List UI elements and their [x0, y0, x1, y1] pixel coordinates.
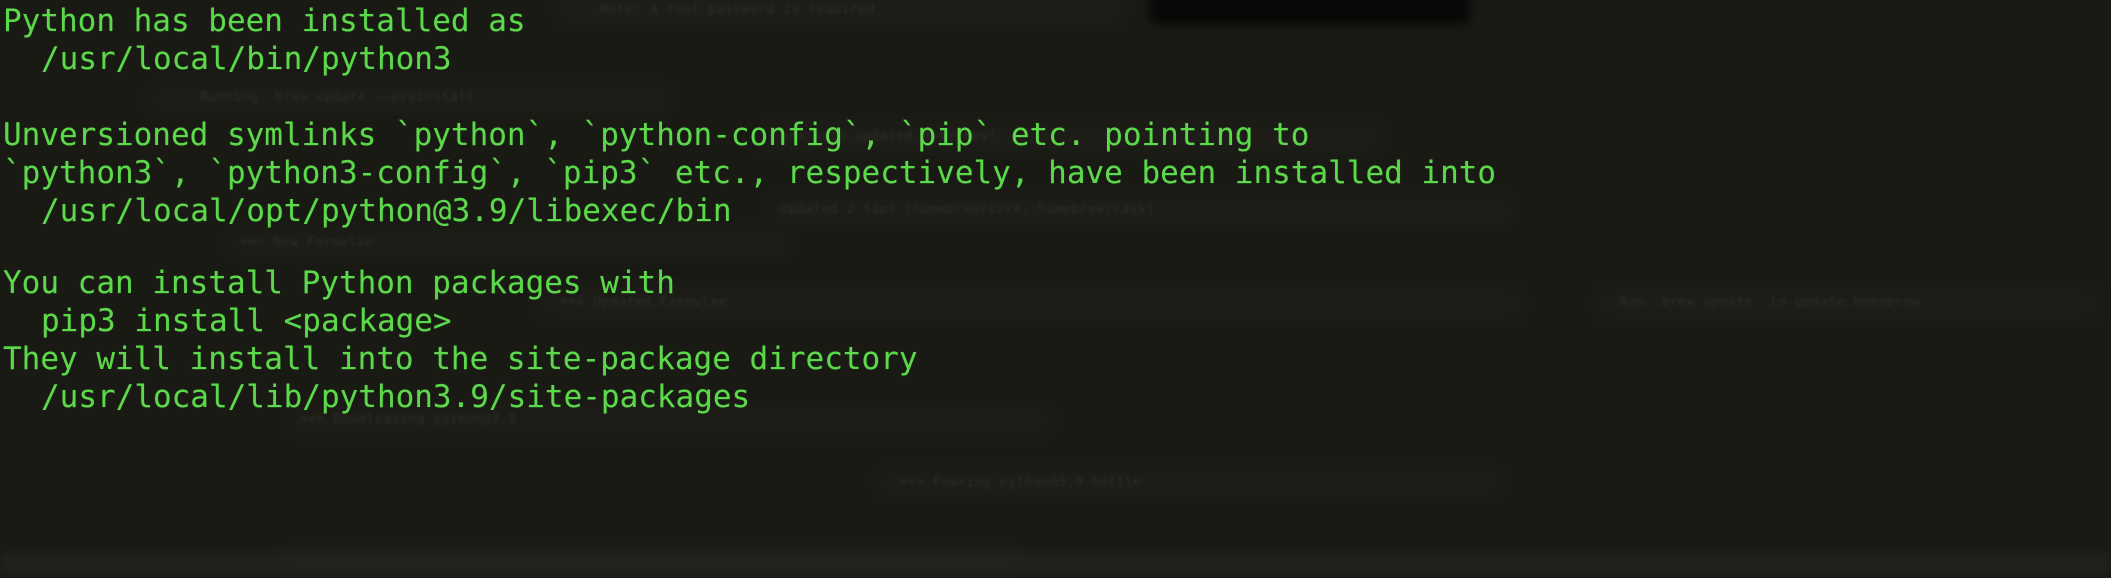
bottom-bleed-band	[0, 544, 2111, 578]
ghost-redaction-box	[1150, 0, 1470, 24]
ghost-band	[770, 198, 1510, 222]
ghost-band	[150, 88, 670, 110]
ghost-text: Running `brew update --preinstall`...	[200, 90, 509, 105]
ghost-text: ==> New Formulae	[240, 235, 374, 250]
console-line: Unversioned symlinks `python`, `python-c…	[3, 117, 1310, 153]
ghost-text: Run `brew update` to update Homebrew	[1620, 295, 1920, 310]
ghost-text: Updated 2 taps (homebrew/core, homebrew/…	[780, 202, 1155, 217]
ghost-band	[560, 0, 1120, 22]
ghost-band	[1600, 292, 2100, 316]
terminal-window[interactable]: Note: a root password is required Runnin…	[0, 0, 2111, 578]
console-line: pip3 install <package>	[41, 303, 452, 339]
console-line: /usr/local/bin/python3	[41, 41, 452, 77]
console-line: They will install into the site-package …	[3, 341, 918, 377]
console-line: Python has been installed as	[3, 3, 526, 39]
ghost-text: Note: a root password is required	[600, 2, 875, 17]
ghost-band	[280, 548, 1020, 574]
ghost-band	[880, 472, 1500, 494]
ghost-band	[540, 292, 1520, 316]
console-line: /usr/local/opt/python@3.9/libexec/bin	[41, 193, 732, 229]
console-line: /usr/local/lib/python3.9/site-packages	[41, 379, 751, 415]
console-line: You can install Python packages with	[3, 265, 675, 301]
ghost-text: ==> Pouring python@3.9 bottle	[900, 475, 1142, 490]
ghost-band	[230, 232, 790, 254]
console-line: `python3`, `python3-config`, `pip3` etc.…	[3, 155, 1497, 191]
